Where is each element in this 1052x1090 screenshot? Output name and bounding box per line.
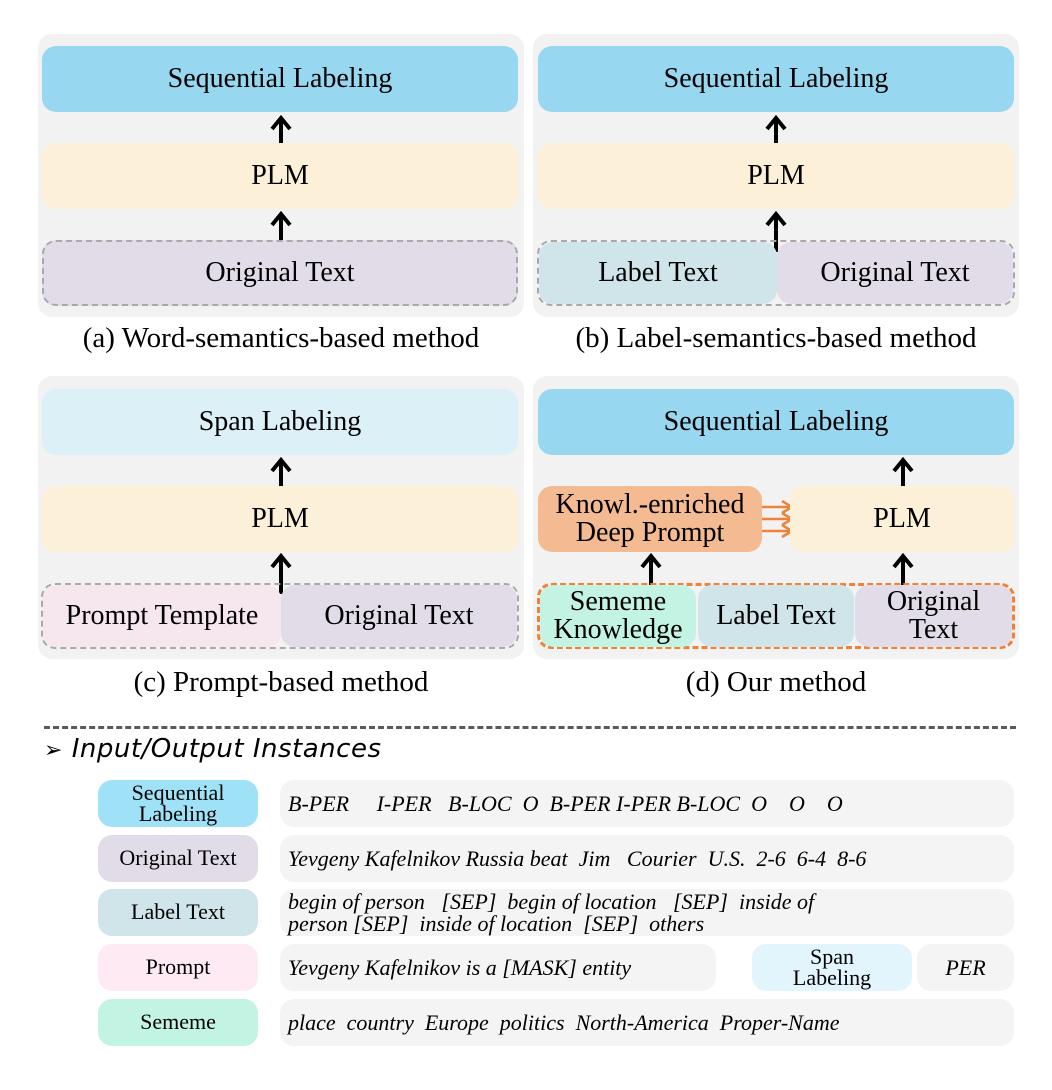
io-label-line1: Sememe (140, 1009, 216, 1035)
io-content-text: B-PER I-PER B-LOC O B-PER I-PER B-LOC O … (288, 790, 843, 816)
panel-a-output-label: Sequential Labeling (167, 63, 393, 94)
io-content-line1: begin of person [SEP] begin of location … (288, 888, 815, 914)
io-content-sequential-labeling: B-PER I-PER B-LOC O B-PER I-PER B-LOC O … (280, 780, 1014, 827)
io-label-line1: Prompt (145, 954, 211, 980)
panel-c-caption: (c) Prompt-based method (133, 666, 429, 698)
io-label-line1: Original Text (119, 845, 237, 871)
panel-b-plm-box: PLM (538, 143, 1014, 209)
io-content-prompt: Yevgeny Kafelnikov is a [MASK] entity (280, 944, 716, 991)
io-content-text: Yevgeny Kafelnikov Russia beat Jim Couri… (288, 845, 867, 871)
panel-d-output-label: Sequential Labeling (663, 406, 889, 437)
panel-d-prompt-line2: Deep Prompt (575, 517, 725, 548)
panel-b-output-label: Sequential Labeling (663, 63, 889, 94)
panel-d-original-text-box: Original Text (855, 585, 1012, 647)
panel-d-label-text-box: Label Text (698, 585, 854, 647)
panel-c-input-right-label: Original Text (324, 600, 474, 631)
panel-a-model-label: PLM (251, 160, 309, 191)
panel-d-sememe-line2: Knowledge (553, 614, 683, 645)
section-divider (44, 726, 1016, 729)
panel-d-plm-box: PLM (790, 486, 1014, 552)
panel-d-sememe-knowledge-box: Sememe Knowledge (540, 585, 696, 647)
io-label-sememe: Sememe (98, 999, 258, 1046)
panel-a-sequential-labeling-box: Sequential Labeling (42, 46, 518, 112)
io-label-line2: Labeling (138, 800, 218, 826)
panel-c-prompt-template-box: Prompt Template (43, 585, 281, 647)
panel-d-prompt-line1: Knowl.-enriched (555, 489, 745, 520)
panel-c-plm-box: PLM (42, 486, 518, 552)
panel-b-input-left-label: Label Text (598, 257, 718, 288)
io-content-span-value: PER (917, 944, 1014, 991)
panel-b-label-text-box: Label Text (539, 242, 777, 304)
io-label-sequential-labeling: Sequential Labeling (98, 780, 258, 827)
panel-b-sequential-labeling-box: Sequential Labeling (538, 46, 1014, 112)
io-label-label-text: Label Text (98, 889, 258, 936)
panel-c-span-labeling-box: Span Labeling (42, 389, 518, 455)
panel-d-caption: (d) Our method (685, 666, 867, 698)
io-content-original-text: Yevgeny Kafelnikov Russia beat Jim Couri… (280, 835, 1014, 882)
io-content-text: Yevgeny Kafelnikov is a [MASK] entity (288, 954, 632, 980)
bullet-arrow-icon: ➢ (44, 738, 63, 763)
panel-a-original-text-box: Original Text (42, 240, 518, 306)
io-span-label-line2: Labeling (792, 964, 872, 990)
io-label-original-text: Original Text (98, 835, 258, 882)
panel-c-output-label: Span Labeling (198, 406, 362, 437)
panel-c-input-left-label: Prompt Template (65, 600, 259, 631)
panel-a-caption: (a) Word-semantics-based method (82, 322, 480, 354)
io-content-label-text: begin of person [SEP] begin of location … (280, 889, 1014, 936)
panel-b-input-right-label: Original Text (820, 257, 970, 288)
panel-a-input-label: Original Text (205, 257, 355, 288)
io-content-line2: person [SEP] inside of location [SEP] ot… (288, 910, 705, 936)
panel-d-orig-line2: Text (908, 614, 959, 645)
io-section-title: ➢ Input/Output Instances (44, 734, 382, 764)
panel-b-model-label: PLM (747, 160, 805, 191)
panel-c-model-label: PLM (251, 503, 309, 534)
panel-a-plm-box: PLM (42, 143, 518, 209)
panel-d-sequential-labeling-box: Sequential Labeling (538, 389, 1014, 455)
io-title-text: Input/Output Instances (71, 734, 382, 764)
panel-d-orig-line1: Original (886, 586, 981, 617)
panel-d-deep-prompt-box: Knowl.-enriched Deep Prompt (538, 486, 762, 552)
panel-d-sememe-line1: Sememe (569, 586, 667, 617)
panel-b-original-text-box: Original Text (777, 242, 1013, 304)
io-content-sememe: place country Europe politics North-Amer… (280, 999, 1014, 1046)
io-label-line1: Label Text (131, 899, 225, 925)
panel-d-model-label: PLM (873, 503, 931, 534)
io-content-text: place country Europe politics North-Amer… (288, 1009, 840, 1035)
panel-b-caption: (b) Label-semantics-based method (575, 322, 977, 354)
panel-d-input-label: Label Text (716, 600, 836, 631)
io-label-prompt: Prompt (98, 944, 258, 991)
io-span-value-text: PER (945, 954, 986, 980)
io-label-span-labeling: Span Labeling (752, 944, 912, 991)
panel-c-original-text-box: Original Text (281, 585, 517, 647)
